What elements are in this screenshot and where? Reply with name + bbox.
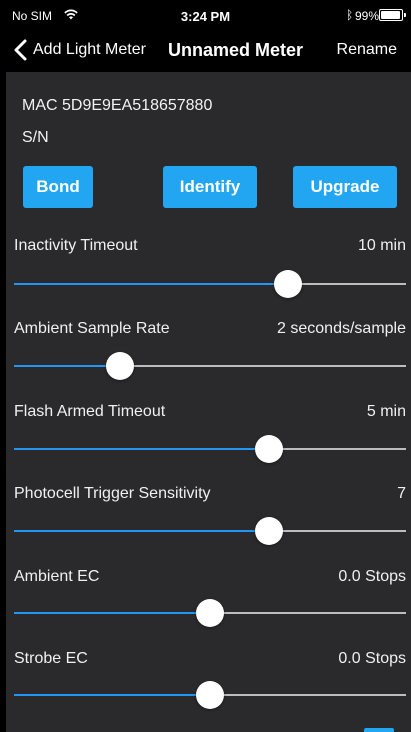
strobe-ec-label: Strobe EC bbox=[14, 650, 88, 667]
bluetooth-icon: ᛒ bbox=[346, 8, 354, 22]
ambient-ec-slider[interactable] bbox=[14, 598, 406, 628]
identify-button[interactable]: Identify bbox=[163, 166, 257, 208]
bond-button[interactable]: Bond bbox=[23, 166, 93, 208]
flash-armed-timeout-value: 5 min bbox=[366, 403, 406, 420]
slider-fill bbox=[14, 448, 269, 450]
slider-fill bbox=[14, 694, 210, 696]
chevron-left-icon bbox=[14, 39, 27, 61]
strobe-ec-value: 0.0 Stops bbox=[338, 650, 406, 667]
battery-icon bbox=[379, 9, 406, 21]
slider-thumb[interactable] bbox=[274, 270, 303, 298]
photocell-trigger-sensitivity-value: 7 bbox=[397, 485, 406, 502]
slider-fill bbox=[14, 530, 269, 532]
back-button-label: Add Light Meter bbox=[33, 41, 146, 58]
flash-armed-timeout-slider[interactable] bbox=[14, 434, 406, 464]
slider-fill bbox=[14, 365, 120, 367]
status-bar: No SIM 3:24 PM ᛒ 99% bbox=[0, 0, 411, 30]
upgrade-button[interactable]: Upgrade bbox=[293, 166, 397, 208]
mac-address: MAC 5D9E9EA518657880 bbox=[22, 97, 213, 114]
ambient-ec-label: Ambient EC bbox=[14, 568, 100, 585]
strobe-ec-slider[interactable] bbox=[14, 680, 406, 710]
slider-thumb[interactable] bbox=[196, 599, 224, 627]
inactivity-timeout-value: 10 min bbox=[357, 237, 406, 254]
slider-fill bbox=[14, 283, 289, 285]
serial-number: S/N bbox=[22, 129, 49, 146]
photocell-trigger-sensitivity-label: Photocell Trigger Sensitivity bbox=[14, 485, 211, 502]
rename-button[interactable]: Rename bbox=[337, 41, 397, 59]
slider-thumb[interactable] bbox=[254, 435, 283, 463]
slider-thumb[interactable] bbox=[105, 352, 134, 380]
slider-thumb[interactable] bbox=[254, 517, 283, 545]
inactivity-timeout-slider[interactable] bbox=[14, 269, 406, 299]
page-title: Unnamed Meter bbox=[168, 40, 304, 60]
back-button[interactable]: Add Light Meter bbox=[12, 38, 146, 62]
ambient-sample-rate-label: Ambient Sample Rate bbox=[14, 320, 170, 337]
partial-button[interactable] bbox=[364, 728, 394, 732]
navigation-bar: Add Light Meter Unnamed Meter Rename bbox=[0, 30, 411, 72]
flash-armed-timeout-label: Flash Armed Timeout bbox=[14, 403, 166, 420]
screen: No SIM 3:24 PM ᛒ 99% Add Light Meter Unn… bbox=[0, 0, 411, 732]
slider-thumb[interactable] bbox=[196, 681, 224, 709]
inactivity-timeout-label: Inactivity Timeout bbox=[14, 237, 138, 254]
battery-percent: 99% bbox=[355, 9, 380, 23]
photocell-trigger-sensitivity-slider[interactable] bbox=[14, 516, 406, 546]
ambient-sample-rate-slider[interactable] bbox=[14, 351, 406, 381]
ambient-sample-rate-value: 2 seconds/sample bbox=[277, 320, 406, 337]
ambient-ec-value: 0.0 Stops bbox=[338, 568, 406, 585]
slider-fill bbox=[14, 612, 210, 614]
